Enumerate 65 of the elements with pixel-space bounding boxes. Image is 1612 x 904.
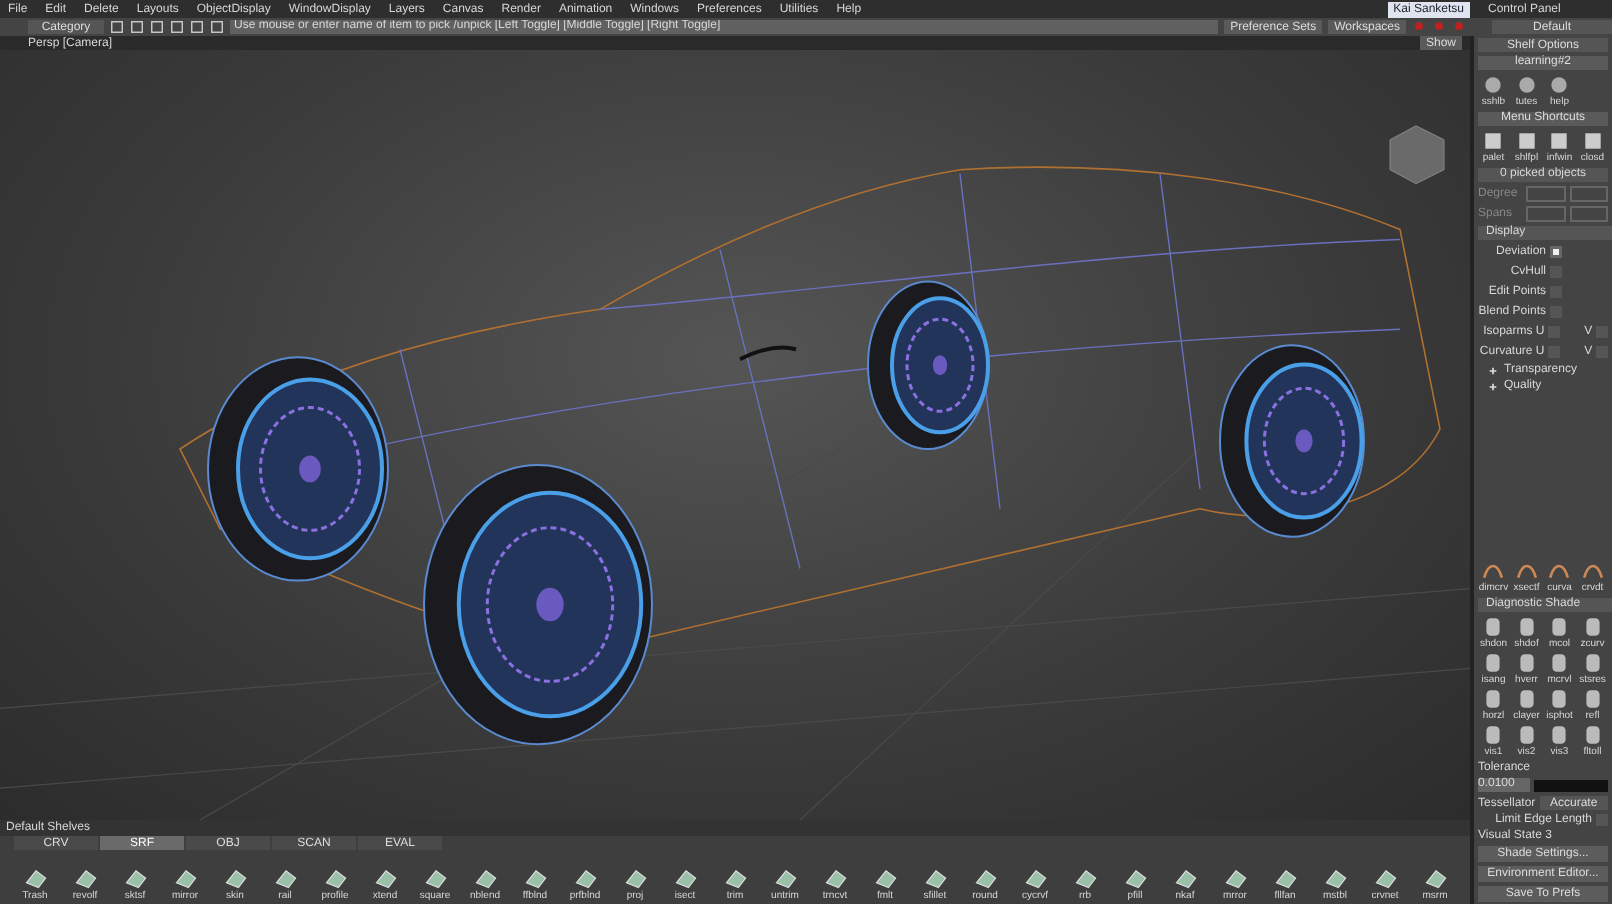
tool-icon[interactable] (1482, 688, 1505, 710)
tool-icon[interactable] (73, 866, 97, 890)
tool-icon[interactable] (973, 866, 997, 890)
tool-icon[interactable] (1515, 652, 1538, 674)
tool-icon[interactable] (473, 866, 497, 890)
tool-icon[interactable] (223, 866, 247, 890)
tool-icon[interactable] (323, 866, 347, 890)
tool-icon[interactable] (1515, 130, 1538, 152)
tool-icon[interactable] (1482, 616, 1505, 638)
tool-icon[interactable] (673, 866, 697, 890)
tool-icon[interactable] (1173, 866, 1197, 890)
tool-icon[interactable] (573, 866, 597, 890)
tool-icon[interactable] (1581, 724, 1604, 746)
tool-icon[interactable] (1581, 652, 1604, 674)
tool-icon[interactable] (1123, 866, 1147, 890)
tool-icon[interactable] (173, 866, 197, 890)
tool-icon[interactable] (1223, 866, 1247, 890)
expand-icon[interactable] (1488, 381, 1498, 391)
tool-icon[interactable] (1482, 74, 1505, 96)
tolerance-swatch (1534, 779, 1608, 791)
tool-icon[interactable] (1482, 652, 1505, 674)
tool-icon[interactable] (823, 866, 847, 890)
tool-icon[interactable] (1581, 130, 1604, 152)
tool-icon[interactable] (1548, 74, 1571, 96)
tool-icon[interactable] (1548, 688, 1571, 710)
checkbox[interactable] (1550, 246, 1562, 258)
input-field[interactable] (1526, 186, 1566, 202)
tool-icon[interactable] (1581, 688, 1604, 710)
tool-icon[interactable] (1548, 724, 1571, 746)
tool-icon[interactable] (1548, 652, 1571, 674)
tool-icon[interactable] (1373, 866, 1397, 890)
tool-icon[interactable] (1515, 688, 1538, 710)
tool-icon[interactable] (1581, 560, 1604, 582)
tool-icon[interactable] (1273, 866, 1297, 890)
tool-icon[interactable] (423, 866, 447, 890)
tool-icon[interactable] (23, 866, 47, 890)
tool-icon[interactable] (773, 866, 797, 890)
tool-icon[interactable] (1581, 616, 1604, 638)
tool-icon[interactable] (1515, 560, 1538, 582)
tool-icon[interactable] (1548, 560, 1571, 582)
tool-icon[interactable] (873, 866, 897, 890)
tool-icon[interactable] (923, 866, 947, 890)
tool-icon[interactable] (273, 866, 297, 890)
tool-icon[interactable] (623, 866, 647, 890)
expand-icon[interactable] (1488, 365, 1498, 375)
tool-icon[interactable] (1548, 130, 1571, 152)
tool-icon[interactable] (1323, 866, 1347, 890)
tool-icon[interactable] (123, 866, 147, 890)
tool-icon[interactable] (1023, 866, 1047, 890)
tool-icon[interactable] (1515, 74, 1538, 96)
tool-icon[interactable] (1515, 616, 1538, 638)
tool-icon[interactable] (1073, 866, 1097, 890)
tool-icon[interactable] (723, 866, 747, 890)
input-field[interactable] (1569, 186, 1608, 202)
tool-icon[interactable] (523, 866, 547, 890)
tool-icon[interactable] (1548, 616, 1571, 638)
tool-icon[interactable] (1515, 724, 1538, 746)
tool-icon[interactable] (1482, 724, 1505, 746)
input-field[interactable] (1569, 206, 1608, 222)
view-cube-icon[interactable] (1389, 125, 1445, 185)
tool-icon[interactable] (373, 866, 397, 890)
input-field[interactable] (1526, 206, 1566, 222)
tool-icon[interactable] (1423, 866, 1447, 890)
tool-icon[interactable] (1482, 560, 1505, 582)
tool-icon[interactable] (1482, 130, 1505, 152)
